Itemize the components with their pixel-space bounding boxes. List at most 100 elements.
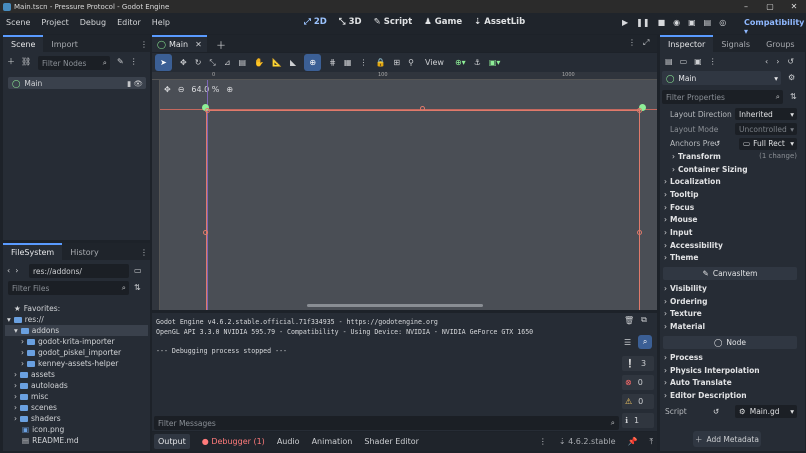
keyframe-icon[interactable]: ⚓ — [474, 58, 481, 67]
filter-nodes-input[interactable]: Filter Nodes ⌕ — [38, 56, 110, 70]
property-options-icon[interactable]: ⇅ — [790, 92, 797, 101]
file-row[interactable]: › autoloads — [5, 380, 148, 391]
layout-direction-select[interactable]: Inherited ▾ — [735, 108, 797, 121]
group-auto-translate[interactable]: › Auto Translate — [663, 376, 797, 389]
expand-panel-icon[interactable]: ⤒ — [649, 437, 653, 447]
search-toggle-icon[interactable]: ⌕ — [638, 335, 653, 349]
menu-help[interactable]: Help — [152, 18, 170, 27]
resize-handle[interactable] — [637, 108, 642, 113]
main-control-rect[interactable] — [206, 110, 640, 310]
tab-signals[interactable]: Signals — [713, 37, 758, 52]
history-back-icon[interactable]: ‹ — [765, 57, 768, 66]
copy-output-icon[interactable]: ⧉ — [641, 315, 647, 325]
section-container-sizing[interactable]: › Container Sizing — [663, 163, 797, 176]
workspace-2d-button[interactable]: ⤢ 2D — [304, 17, 327, 27]
close-icon[interactable]: ✕ — [782, 0, 806, 13]
group-process[interactable]: › Process — [663, 351, 797, 364]
group-visibility[interactable]: › Visibility — [663, 282, 797, 295]
lock-icon[interactable]: 🔒 — [375, 58, 385, 67]
dock-menu-icon[interactable]: ⋮ — [140, 40, 150, 49]
filter-error-button[interactable]: ⊗ 0 — [622, 375, 654, 390]
pan-center-icon[interactable]: ✥ — [164, 85, 171, 94]
object-props-icon[interactable]: ⚙ — [788, 73, 795, 82]
node-selector[interactable]: ◯ Main ▾ — [662, 71, 781, 85]
tab-scene[interactable]: Scene — [3, 35, 44, 52]
movie-icon[interactable]: ◎ — [719, 18, 726, 27]
group-input[interactable]: › Input — [663, 226, 797, 239]
group-editor-description[interactable]: › Editor Description — [663, 389, 797, 402]
close-tab-icon[interactable]: ✕ — [195, 40, 202, 49]
filter-message-button[interactable]: ℹ1 — [622, 413, 654, 428]
file-row[interactable]: › misc — [5, 391, 148, 402]
group-tooltip[interactable]: › Tooltip — [663, 188, 797, 201]
workspace-assetlib-button[interactable]: ⇣ AssetLib — [474, 17, 525, 27]
tab-import[interactable]: Import — [43, 37, 86, 52]
layout-mode-select[interactable]: Uncontrolled ▾ — [735, 123, 797, 136]
scene-tab-main[interactable]: ◯ Main ✕ — [152, 35, 207, 52]
file-row-addons[interactable]: ▾ addons — [5, 325, 148, 336]
bottom-menu-icon[interactable]: ⋮ — [539, 437, 547, 446]
history-icon[interactable]: ↺ — [787, 57, 794, 66]
add-node-icon[interactable]: ＋ — [7, 56, 15, 67]
revert-icon[interactable]: ↺ — [714, 139, 720, 148]
split-view-icon[interactable]: ▭ — [134, 266, 142, 275]
tree-node-main[interactable]: ◯ Main ▮ 👁 — [8, 77, 146, 89]
tab-output[interactable]: Output — [154, 434, 190, 449]
group-focus[interactable]: › Focus — [663, 201, 797, 214]
file-row[interactable]: › godot-krita-importer — [5, 336, 148, 347]
add-metadata-button[interactable]: ＋ Add Metadata — [693, 431, 761, 447]
view-menu[interactable]: View — [422, 58, 447, 67]
file-row[interactable]: › shaders — [5, 413, 148, 424]
list-select-icon[interactable]: ▤ — [239, 58, 247, 67]
grid-snap-icon[interactable]: ⋕ — [329, 58, 336, 67]
tab-history[interactable]: History — [62, 245, 106, 260]
zoom-out-icon[interactable]: ⊖ — [178, 85, 185, 94]
menu-editor[interactable]: Editor — [117, 18, 141, 27]
rotate-tool-icon[interactable]: ↻ — [195, 58, 202, 67]
tab-audio[interactable]: Audio — [277, 437, 300, 446]
resize-handle[interactable] — [420, 106, 425, 111]
ruler-tool-icon[interactable]: ⊿ — [224, 58, 231, 67]
resize-handle[interactable] — [205, 108, 210, 113]
file-row[interactable]: ▤ README.md — [5, 435, 148, 446]
menu-debug[interactable]: Debug — [80, 18, 106, 27]
sort-icon[interactable]: ⇅ — [134, 283, 141, 292]
minimize-icon[interactable]: – — [734, 0, 758, 13]
tab-inspector[interactable]: Inspector — [660, 35, 714, 52]
file-row[interactable]: › godot_piskel_importer — [5, 347, 148, 358]
script-resource-select[interactable]: ⚙ Main.gd ▾ — [735, 404, 797, 418]
pan-tool-icon[interactable]: ✋ — [254, 58, 264, 67]
res-root-row[interactable]: ▾ res:// — [5, 314, 148, 325]
tab-shader-editor[interactable]: Shader Editor — [364, 437, 419, 446]
workspace-script-button[interactable]: ✎ Script — [374, 17, 413, 27]
group-icon[interactable]: ⊞ — [393, 58, 400, 67]
revert-icon[interactable]: ↺ — [713, 407, 719, 416]
scale-tool-icon[interactable]: ⤡ — [209, 58, 215, 68]
filter-warning-button[interactable]: ⚠ 0 — [622, 394, 654, 409]
add-key-icon[interactable]: ⊕▾ — [455, 58, 466, 67]
filter-info-button[interactable]: ❕ 3 — [622, 356, 654, 371]
maximize-icon[interactable]: ▢ — [758, 0, 782, 13]
group-mouse[interactable]: › Mouse — [663, 214, 797, 227]
pin-icon[interactable]: 📌 — [627, 437, 637, 446]
group-material[interactable]: › Material — [663, 320, 797, 333]
ruler-icon[interactable]: 📐 — [272, 58, 282, 67]
remote-debug-icon[interactable]: ◉ — [673, 18, 680, 27]
script-attached-icon[interactable]: ▮ 👁 — [127, 79, 143, 88]
pause-icon[interactable]: ❚❚ — [636, 18, 649, 27]
group-accessibility[interactable]: › Accessibility — [663, 239, 797, 252]
group-physics-interpolation[interactable]: › Physics Interpolation — [663, 364, 797, 377]
file-row[interactable]: › scenes — [5, 402, 148, 413]
menu-project[interactable]: Project — [41, 18, 68, 27]
section-canvasitem[interactable]: ✎ CanvasItem — [663, 267, 797, 281]
play-icon[interactable]: ▶ — [622, 18, 628, 27]
group-ordering[interactable]: › Ordering — [663, 295, 797, 308]
section-node[interactable]: ◯ Node — [663, 336, 797, 349]
file-row[interactable]: › assets — [5, 369, 148, 380]
resize-handle[interactable] — [637, 230, 642, 235]
anchors-preset-select[interactable]: ▭ Full Rect ▾ — [739, 137, 797, 150]
filter-properties-input[interactable]: Filter Properties ⌕ — [662, 90, 783, 104]
filter-files-input[interactable]: Filter Files ⌕ — [8, 281, 129, 295]
bone-icon[interactable]: ⚲ — [408, 58, 414, 67]
path-field[interactable]: res://addons/ — [29, 264, 129, 278]
